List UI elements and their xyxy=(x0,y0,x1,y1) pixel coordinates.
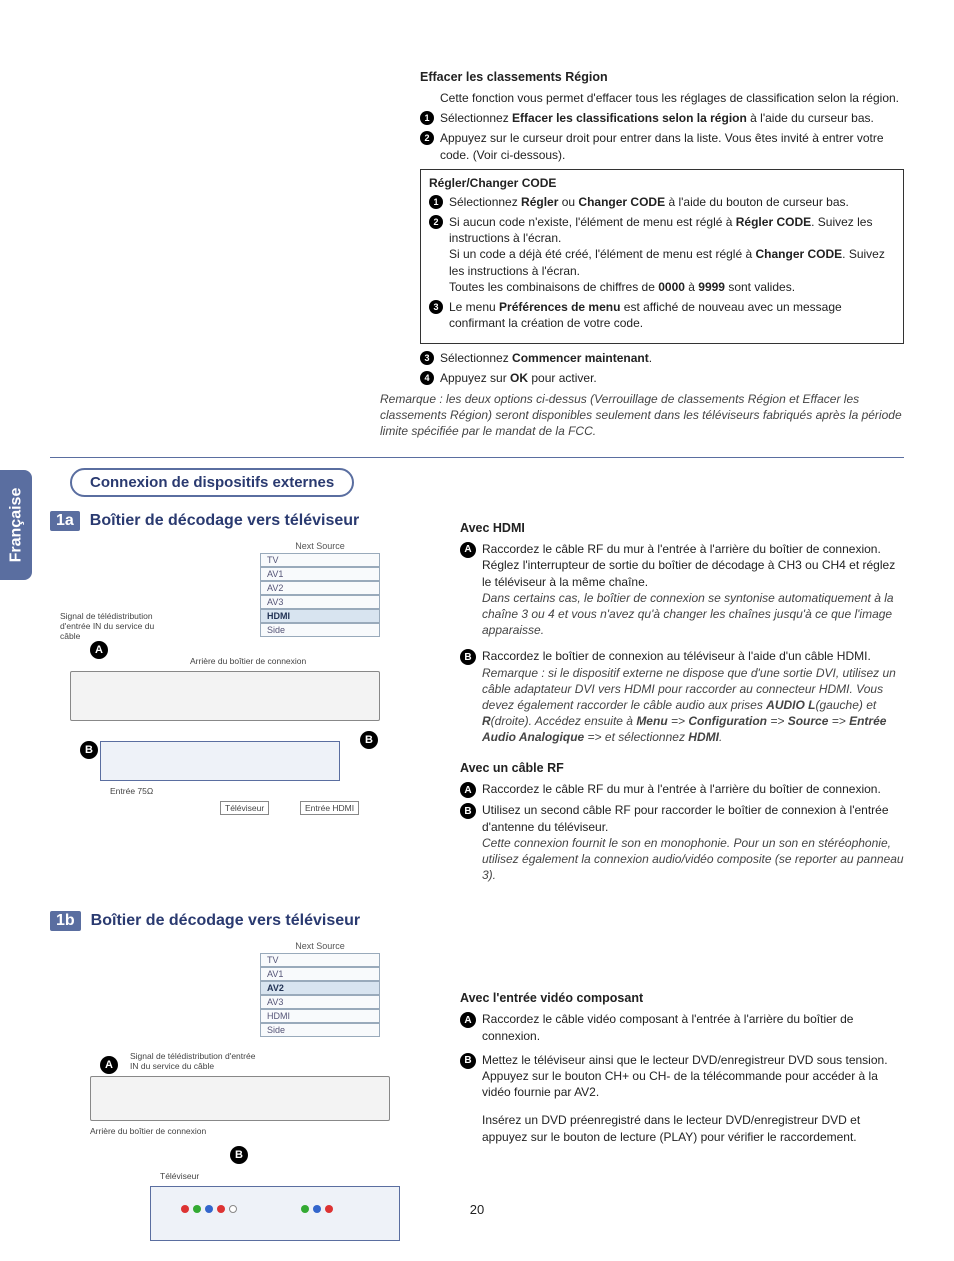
subsection-1b-header: 1b Boîtier de décodage vers téléviseur xyxy=(50,911,430,931)
marker-b2-icon: B xyxy=(80,741,98,759)
source-item: HDMI xyxy=(260,1009,380,1023)
language-tab: Française xyxy=(0,470,32,580)
caption-tv-2: Téléviseur xyxy=(160,1171,199,1181)
caption-back-panel: Arrière du boîtier de connexion xyxy=(190,656,306,666)
code-step-3: 3 Le menu Préférences de menu est affich… xyxy=(429,299,895,331)
connector-panel xyxy=(70,671,380,721)
badge-1b: 1b xyxy=(50,911,81,931)
source-item: AV1 xyxy=(260,967,380,981)
bullet-3-icon: 3 xyxy=(420,351,434,365)
component-extra: Insérez un DVD préenregistré dans le lec… xyxy=(482,1112,904,1144)
bullet-b-icon: B xyxy=(460,803,476,819)
step-2: 2 Appuyez sur le curseur droit pour entr… xyxy=(420,130,904,162)
bullet-icon: 2 xyxy=(429,215,443,229)
instructions-1b: Avec l'entrée vidéo composant A Raccorde… xyxy=(460,911,904,1148)
badge-1a: 1a xyxy=(50,511,80,531)
rf-step-b: B Utilisez un second câble RF pour racco… xyxy=(460,802,904,883)
erase-region-heading: Effacer les classements Région xyxy=(420,70,904,84)
erase-region-intro: Cette fonction vous permet d'effacer tou… xyxy=(440,90,904,106)
title-1b: Boîtier de décodage vers téléviseur xyxy=(91,912,360,930)
hdmi-step-a: A Raccordez le câble RF du mur à l'entré… xyxy=(460,541,904,638)
source-list-1b: Next Source TV AV1 AV2 AV3 HDMI Side xyxy=(260,941,380,1037)
source-item: AV2 xyxy=(260,581,380,595)
bullet-a-icon: A xyxy=(460,782,476,798)
source-item: TV xyxy=(260,553,380,567)
source-item: AV3 xyxy=(260,995,380,1009)
source-header: Next Source xyxy=(260,941,380,951)
bullet-1-icon: 1 xyxy=(420,111,434,125)
source-list-1a: Next Source TV AV1 AV2 AV3 HDMI Side xyxy=(260,541,380,637)
remark-note: Remarque : les deux options ci-dessus (V… xyxy=(380,391,904,440)
section-heading: Connexion de dispositifs externes xyxy=(70,468,354,497)
subsection-1a-header: 1a Boîtier de décodage vers téléviseur xyxy=(50,511,430,531)
caption-tv: Téléviseur xyxy=(220,801,269,815)
marker-b-icon: B xyxy=(360,731,378,749)
code-step-1: 1 Sélectionnez Régler ou Changer CODE à … xyxy=(429,194,895,210)
rf-heading: Avec un câble RF xyxy=(460,761,904,775)
caption-entry-75: Entrée 75Ω xyxy=(110,786,153,796)
marker-b-icon: B xyxy=(230,1146,248,1164)
bullet-icon: 3 xyxy=(429,300,443,314)
hdmi-heading: Avec HDMI xyxy=(460,521,904,535)
component-heading: Avec l'entrée vidéo composant xyxy=(460,991,904,1005)
diagram-1a: Next Source TV AV1 AV2 AV3 HDMI Side Sig… xyxy=(60,541,400,831)
page-number: 20 xyxy=(0,1202,954,1217)
source-item-active: AV2 xyxy=(260,981,380,995)
bullet-2-icon: 2 xyxy=(420,131,434,145)
hdmi-step-b: B Raccordez le boîtier de connexion au t… xyxy=(460,648,904,745)
title-1a: Boîtier de décodage vers téléviseur xyxy=(90,512,359,530)
code-box: Régler/Changer CODE 1 Sélectionnez Régle… xyxy=(420,169,904,345)
marker-a-icon: A xyxy=(100,1056,118,1074)
bullet-4-icon: 4 xyxy=(420,371,434,385)
step-3: 3 Sélectionnez Commencer maintenant. xyxy=(420,350,904,366)
source-item: AV1 xyxy=(260,567,380,581)
bullet-icon: 1 xyxy=(429,195,443,209)
marker-a-icon: A xyxy=(90,641,108,659)
step-1-text: Sélectionnez Effacer les classifications… xyxy=(440,110,904,126)
source-header: Next Source xyxy=(260,541,380,551)
connector-panel-2 xyxy=(90,1076,390,1121)
source-item: TV xyxy=(260,953,380,967)
divider xyxy=(50,457,904,458)
source-item: AV3 xyxy=(260,595,380,609)
code-box-title: Régler/Changer CODE xyxy=(429,176,895,190)
caption-back-panel-2: Arrière du boîtier de connexion xyxy=(90,1126,206,1136)
caption-signal-2: Signal de télédistribution d'entrée IN d… xyxy=(130,1051,260,1071)
bullet-a-icon: A xyxy=(460,542,476,558)
caption-signal: Signal de télédistribution d'entrée IN d… xyxy=(60,611,170,641)
code-step-2: 2 Si aucun code n'existe, l'élément de m… xyxy=(429,214,895,295)
source-item: Side xyxy=(260,623,380,637)
instructions-1a: Avec HDMI A Raccordez le câble RF du mur… xyxy=(460,511,904,887)
step-1: 1 Sélectionnez Effacer les classificatio… xyxy=(420,110,904,126)
component-step-b: B Mettez le téléviseur ainsi que le lect… xyxy=(460,1052,904,1101)
bullet-a-icon: A xyxy=(460,1012,476,1028)
language-tab-label: Française xyxy=(7,488,25,563)
step-2-text: Appuyez sur le curseur droit pour entrer… xyxy=(440,130,904,162)
source-item: Side xyxy=(260,1023,380,1037)
source-item-active: HDMI xyxy=(260,609,380,623)
step-4: 4 Appuyez sur OK pour activer. xyxy=(420,370,904,386)
tv-panel xyxy=(100,741,340,781)
bullet-b-icon: B xyxy=(460,649,476,665)
bullet-b-icon: B xyxy=(460,1053,476,1069)
component-step-a: A Raccordez le câble vidéo composant à l… xyxy=(460,1011,904,1043)
rf-step-a: A Raccordez le câble RF du mur à l'entré… xyxy=(460,781,904,798)
caption-hdmi-in: Entrée HDMI xyxy=(300,801,359,815)
top-content: Effacer les classements Région Cette fon… xyxy=(420,70,904,439)
